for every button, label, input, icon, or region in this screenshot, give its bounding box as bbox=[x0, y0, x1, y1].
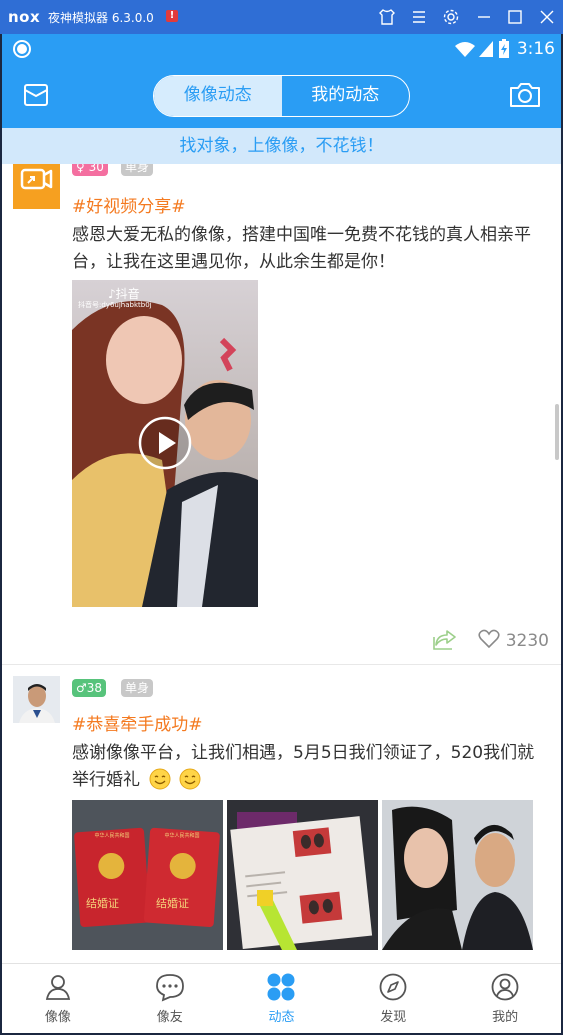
feed-list: ♀ 30 单身 #好视频分享# 感恩大爱无私的像像，搭建中国唯一免费不花钱的真人… bbox=[2, 164, 561, 963]
status-badge: 单身 bbox=[121, 164, 154, 176]
nav-feed[interactable]: 动态 bbox=[226, 964, 338, 1033]
nav-label: 像友 bbox=[156, 1010, 183, 1025]
status-bar: 3:16 bbox=[2, 34, 561, 64]
bottom-nav: 像像 像友 动态 发现 我的 bbox=[2, 963, 561, 1033]
post-tag[interactable]: #好视频分享# bbox=[72, 192, 186, 217]
feed-tab-switcher: 像像动态 我的动态 bbox=[153, 75, 410, 117]
compass-icon bbox=[379, 973, 407, 1001]
nav-friends[interactable]: 像友 bbox=[114, 964, 226, 1033]
post-tag[interactable]: #恭喜牵手成功# bbox=[72, 710, 203, 735]
post-photo[interactable] bbox=[227, 800, 378, 950]
profile-icon bbox=[491, 973, 519, 1001]
nav-label: 动态 bbox=[268, 1010, 295, 1025]
maximize-icon[interactable] bbox=[505, 7, 525, 27]
nav-xiangxiang[interactable]: 像像 bbox=[2, 964, 114, 1033]
douyin-label: 抖音 bbox=[115, 287, 140, 301]
feed-post: ♂38 单身 #恭喜牵手成功# 感谢像像平台，让我们相遇，5月5日我们领证了，5… bbox=[2, 665, 561, 963]
mail-icon[interactable] bbox=[23, 82, 49, 112]
camera-icon[interactable] bbox=[508, 81, 542, 113]
age-value: 38 bbox=[86, 681, 103, 695]
certificate-label: 结婚证 bbox=[86, 897, 119, 910]
post-text: 感谢像像平台，让我们相遇，5月5日我们领证了，520我们就举行婚礼 bbox=[72, 740, 544, 794]
nav-label: 我的 bbox=[492, 1010, 519, 1025]
wifi-icon bbox=[454, 40, 476, 62]
person-icon bbox=[45, 975, 70, 1000]
post-video[interactable]: ♪抖音 抖音号:dy6ujhabktb0j bbox=[72, 280, 258, 607]
settings-gear-icon[interactable] bbox=[441, 7, 461, 27]
douyin-id: 抖音号:dy6ujhabktb0j bbox=[78, 301, 152, 309]
smile-emoji-icon bbox=[179, 768, 201, 790]
phone-screen: 3:16 像像动态 我的动态 找对象，上像像，不花钱！ ♀ 30 单身 #好视频… bbox=[2, 34, 561, 1033]
signal-icon bbox=[478, 40, 494, 62]
emulator-titlebar: nox 夜神模拟器 6.3.0.0 ! bbox=[0, 0, 563, 34]
nav-mine[interactable]: 我的 bbox=[449, 964, 561, 1033]
nav-discover[interactable]: 发现 bbox=[337, 964, 449, 1033]
battery-charging-icon bbox=[498, 39, 510, 63]
post-photo[interactable] bbox=[382, 800, 533, 950]
clock: 3:16 bbox=[516, 39, 555, 59]
post-photo[interactable]: 中华人民共和国 中华人民共和国 结婚证 结婚证 bbox=[72, 800, 223, 950]
post-text: 感恩大爱无私的像像，搭建中国唯一免费不花钱的真人相亲平台，让我在这里遇见你，从此… bbox=[72, 225, 531, 272]
age-value: 30 bbox=[88, 164, 104, 174]
nav-label: 像像 bbox=[44, 1010, 71, 1025]
dots-grid-icon bbox=[267, 973, 295, 1001]
certificate-label: 结婚证 bbox=[156, 897, 189, 910]
share-icon[interactable] bbox=[431, 629, 457, 655]
status-badge: 单身 bbox=[121, 679, 154, 697]
play-icon[interactable] bbox=[138, 416, 192, 474]
menu-icon[interactable] bbox=[409, 7, 429, 27]
tab-my-feed[interactable]: 我的动态 bbox=[282, 76, 410, 116]
like-count: 3230 bbox=[505, 631, 549, 651]
window-title: 夜神模拟器 6.3.0.0 bbox=[48, 11, 154, 25]
smile-emoji-icon bbox=[149, 768, 171, 790]
nav-label: 发现 bbox=[380, 1010, 407, 1025]
age-badge: ♀ 30 bbox=[72, 164, 108, 176]
male-icon: ♂ bbox=[76, 681, 87, 695]
skin-icon[interactable] bbox=[377, 7, 397, 27]
feed-post: ♀ 30 单身 #好视频分享# 感恩大爱无私的像像，搭建中国唯一免费不花钱的真人… bbox=[2, 164, 561, 664]
minimize-icon[interactable] bbox=[474, 7, 494, 27]
alert-icon[interactable]: ! bbox=[166, 10, 178, 22]
certificate-heading: 中华人民共和国 bbox=[94, 833, 130, 839]
avatar[interactable] bbox=[13, 676, 60, 723]
heart-icon bbox=[478, 629, 500, 649]
age-badge: ♂38 bbox=[72, 679, 107, 697]
chat-bubble-icon bbox=[155, 974, 184, 1002]
nox-logo: nox bbox=[8, 8, 41, 26]
certificate-heading: 中华人民共和国 bbox=[164, 833, 200, 839]
app-header: 像像动态 我的动态 bbox=[2, 64, 561, 128]
share-video-icon bbox=[20, 168, 53, 190]
app-notification-icon bbox=[12, 39, 32, 63]
tab-xiangxiang-feed[interactable]: 像像动态 bbox=[154, 76, 282, 116]
avatar[interactable] bbox=[13, 164, 60, 209]
feed-scrollbar[interactable] bbox=[555, 404, 559, 460]
promo-banner[interactable]: 找对象，上像像，不花钱！ bbox=[2, 128, 561, 164]
post-text-content: 感谢像像平台，让我们相遇，5月5日我们领证了，520我们就举行婚礼 bbox=[72, 743, 535, 790]
close-icon[interactable] bbox=[537, 7, 557, 27]
like-button[interactable]: 3230 bbox=[478, 629, 549, 651]
